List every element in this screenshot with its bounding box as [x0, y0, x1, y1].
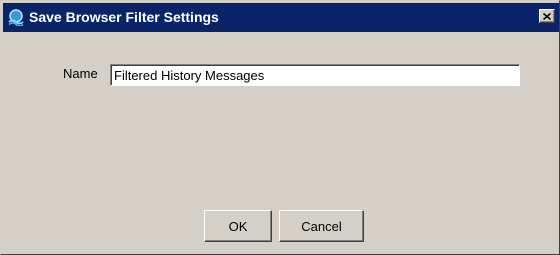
name-input[interactable] — [110, 64, 520, 86]
app-icon — [7, 8, 25, 27]
close-button[interactable] — [539, 9, 555, 23]
save-filter-dialog: Save Browser Filter Settings Name OK Can… — [0, 0, 560, 255]
close-icon — [543, 12, 551, 20]
cancel-button[interactable]: Cancel — [279, 210, 364, 242]
ok-button[interactable]: OK — [204, 210, 272, 242]
name-label: Name — [63, 66, 98, 81]
window-title: Save Browser Filter Settings — [29, 9, 219, 25]
title-bar[interactable]: Save Browser Filter Settings — [3, 3, 559, 32]
